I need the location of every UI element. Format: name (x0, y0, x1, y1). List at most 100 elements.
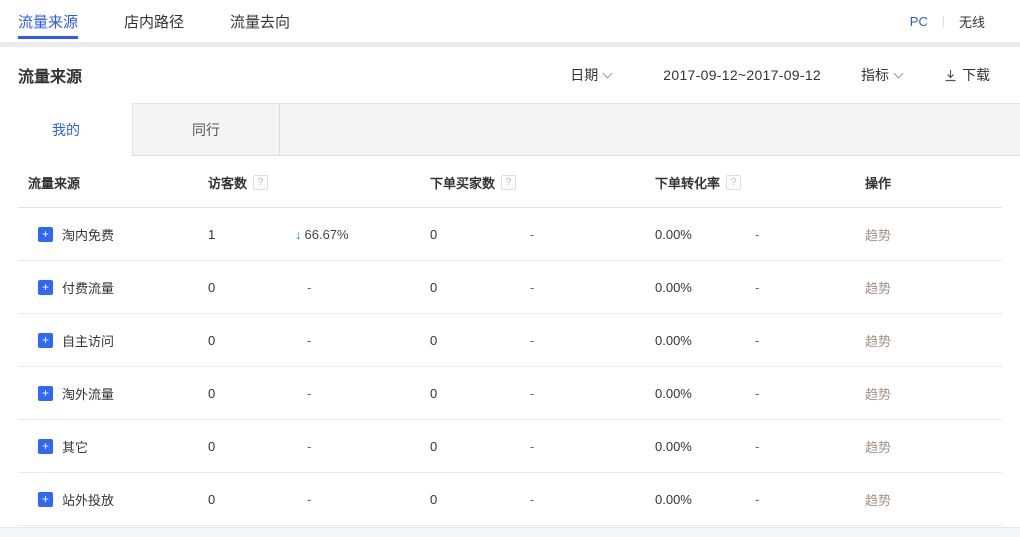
order-buyers-value: 0 (430, 439, 530, 454)
order-buyers-change: - (530, 280, 655, 295)
order-buyers-value: 0 (430, 280, 530, 295)
chevron-down-icon (894, 68, 904, 78)
column-header-label: 访客数 (208, 173, 247, 192)
nav-tab-label: 流量去向 (230, 11, 290, 32)
date-dropdown-label: 日期 (570, 65, 598, 85)
tab-peers[interactable]: 同行 (133, 103, 280, 156)
column-header-source: 流量来源 (0, 173, 208, 192)
help-icon[interactable]: ? (253, 175, 268, 190)
metrics-dropdown-label: 指标 (861, 65, 889, 85)
active-tab-underline (18, 36, 78, 39)
toolbar-controls: 日期 2017-09-12~2017-09-12 指标 下载 (570, 65, 990, 85)
conversion-rate-value: 0.00% (655, 386, 755, 401)
trend-link[interactable]: 趋势 (865, 278, 1020, 297)
table-row: + 淘外流量 0 - 0 - 0.00% - 趋势 (0, 367, 1020, 420)
conversion-rate-value: 0.00% (655, 227, 755, 242)
trend-link[interactable]: 趋势 (865, 331, 1020, 350)
source-label: 付费流量 (62, 278, 114, 297)
column-header-conversion-rate: 下单转化率 ? (655, 173, 755, 192)
device-divider: | (942, 14, 945, 28)
trend-link[interactable]: 趋势 (865, 384, 1020, 403)
visitors-value: 0 (208, 280, 295, 295)
tab-mine-label: 我的 (52, 120, 80, 140)
table-body: + 淘内免费 1 ↓ 66.67% 0 - 0.00% - 趋势 + 付费流量 … (0, 208, 1020, 526)
order-buyers-value: 0 (430, 333, 530, 348)
source-label: 站外投放 (62, 490, 114, 509)
device-wireless-link[interactable]: 无线 (959, 12, 985, 31)
table-row: + 付费流量 0 - 0 - 0.00% - 趋势 (0, 261, 1020, 314)
expand-plus-icon[interactable]: + (38, 227, 53, 242)
download-button[interactable]: 下载 (944, 65, 990, 85)
conversion-rate-value: 0.00% (655, 492, 755, 507)
conversion-rate-change: - (755, 280, 865, 295)
column-header-label: 下单买家数 (430, 173, 495, 192)
date-dropdown[interactable]: 日期 (570, 65, 611, 85)
nav-tab-instore-path[interactable]: 店内路径 (124, 0, 184, 42)
order-buyers-change: - (530, 386, 655, 401)
expand-plus-icon[interactable]: + (38, 492, 53, 507)
table-row: + 淘内免费 1 ↓ 66.67% 0 - 0.00% - 趋势 (0, 208, 1020, 261)
order-buyers-change: - (530, 439, 655, 454)
tab-peers-label: 同行 (192, 120, 220, 140)
visitors-change: ↓ 66.67% (295, 227, 430, 242)
source-cell: + 付费流量 (0, 278, 208, 297)
source-cell: + 其它 (0, 437, 208, 456)
view-tabs: 我的 同行 (0, 103, 1020, 156)
nav-tab-traffic-destination[interactable]: 流量去向 (230, 0, 290, 42)
visitors-change-value: - (307, 280, 311, 295)
tab-strip-filler (280, 103, 1020, 156)
visitors-change-value: - (307, 492, 311, 507)
visitors-value: 0 (208, 386, 295, 401)
conversion-rate-value: 0.00% (655, 439, 755, 454)
visitors-value: 1 (208, 227, 295, 242)
date-range-picker[interactable]: 2017-09-12~2017-09-12 (663, 67, 821, 83)
nav-tab-traffic-source[interactable]: 流量来源 (18, 0, 78, 42)
column-header-label: 流量来源 (28, 173, 80, 192)
table-row: + 站外投放 0 - 0 - 0.00% - 趋势 (0, 473, 1020, 526)
visitors-change: - (295, 280, 430, 295)
source-label: 淘外流量 (62, 384, 114, 403)
table-row: + 其它 0 - 0 - 0.00% - 趋势 (0, 420, 1020, 473)
visitors-change: - (295, 492, 430, 507)
help-icon[interactable]: ? (726, 175, 741, 190)
conversion-rate-change: - (755, 333, 865, 348)
source-cell: + 淘内免费 (0, 225, 208, 244)
device-pc-link[interactable]: PC (910, 14, 928, 29)
expand-plus-icon[interactable]: + (38, 280, 53, 295)
source-label: 其它 (62, 437, 88, 456)
visitors-value: 0 (208, 333, 295, 348)
download-icon (944, 69, 957, 82)
download-label: 下载 (962, 65, 990, 85)
trend-link[interactable]: 趋势 (865, 490, 1020, 509)
column-header-label: 下单转化率 (655, 173, 720, 192)
order-buyers-value: 0 (430, 492, 530, 507)
toolbar: 流量来源 日期 2017-09-12~2017-09-12 指标 下载 (0, 47, 1020, 103)
tab-mine[interactable]: 我的 (0, 103, 133, 156)
conversion-rate-change: - (755, 439, 865, 454)
trend-link[interactable]: 趋势 (865, 437, 1020, 456)
help-icon[interactable]: ? (501, 175, 516, 190)
visitors-change-value: - (307, 333, 311, 348)
trend-link[interactable]: 趋势 (865, 225, 1020, 244)
expand-plus-icon[interactable]: + (38, 333, 53, 348)
source-label: 自主访问 (62, 331, 114, 350)
expand-plus-icon[interactable]: + (38, 386, 53, 401)
expand-plus-icon[interactable]: + (38, 439, 53, 454)
source-cell: + 站外投放 (0, 490, 208, 509)
visitors-value: 0 (208, 439, 295, 454)
conversion-rate-value: 0.00% (655, 280, 755, 295)
visitors-value: 0 (208, 492, 295, 507)
nav-tab-label: 流量来源 (18, 11, 78, 32)
visitors-change: - (295, 386, 430, 401)
order-buyers-change: - (530, 492, 655, 507)
visitors-change-value: - (307, 439, 311, 454)
column-header-actions: 操作 (865, 173, 1020, 192)
table-header-row: 流量来源 访客数 ? 下单买家数 ? 下单转化率 ? 操作 (0, 156, 1020, 208)
column-header-label: 操作 (865, 173, 891, 192)
arrow-down-icon: ↓ (295, 227, 302, 242)
conversion-rate-value: 0.00% (655, 333, 755, 348)
column-header-visitors: 访客数 ? (208, 173, 295, 192)
order-buyers-change: - (530, 333, 655, 348)
table-row: + 自主访问 0 - 0 - 0.00% - 趋势 (0, 314, 1020, 367)
metrics-dropdown[interactable]: 指标 (861, 65, 902, 85)
